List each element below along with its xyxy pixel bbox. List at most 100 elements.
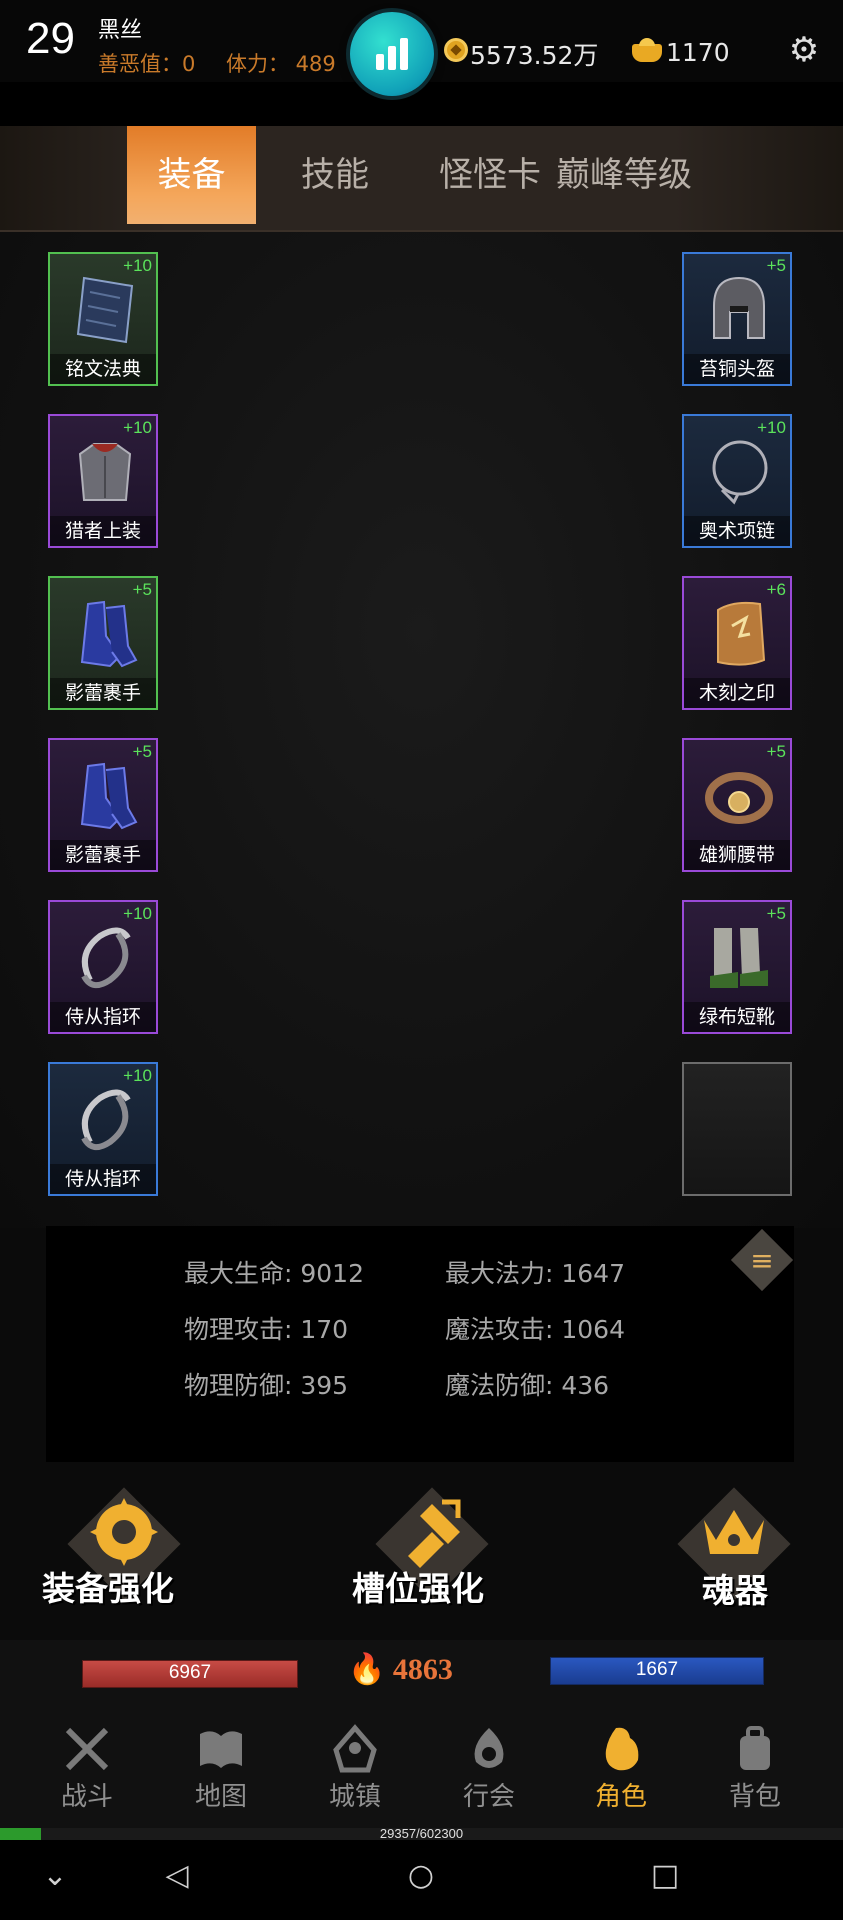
nav-guild[interactable]: 行会 — [434, 1720, 544, 1816]
item-name: 猎者上装 — [50, 516, 156, 546]
ingot-amount: 1170 — [666, 38, 730, 67]
item-name: 奥术项链 — [684, 516, 790, 546]
enhance-gear-icon — [90, 1498, 158, 1566]
bar-chart-icon — [400, 38, 408, 70]
character-icon — [605, 1727, 639, 1771]
enhance-level: +10 — [123, 256, 152, 275]
stat-phys-atk: 物理攻击: 170 — [184, 1315, 349, 1344]
item-name: 苔铜头盔 — [684, 354, 790, 384]
nav-label: 角色 — [594, 1782, 647, 1812]
item-name: 雄狮腰带 — [684, 840, 790, 870]
item-name: 影蕾裹手 — [50, 840, 156, 870]
equip-slot-empty[interactable] — [682, 1062, 792, 1196]
enhance-level: +5 — [766, 904, 786, 923]
bar-chart-icon — [376, 54, 384, 70]
equip-slot-necklace[interactable]: +10 奥术项链 — [682, 414, 792, 548]
nav-label: 地图 — [194, 1782, 247, 1812]
slot-enhance-button[interactable]: 槽位强化 — [352, 1480, 542, 1610]
wooden-seal-icon — [717, 601, 766, 666]
enhance-level: +6 — [766, 580, 786, 599]
hp-bar: 6967 — [82, 1660, 298, 1688]
map-book-icon — [200, 1731, 242, 1768]
enhance-level: +10 — [123, 1066, 152, 1085]
enhance-level: +10 — [123, 418, 152, 437]
soul-vessel-button[interactable]: 魂器 — [676, 1480, 796, 1610]
crown-trident-icon — [704, 1510, 764, 1554]
necklace-icon — [712, 440, 768, 505]
item-name: 侍从指环 — [50, 1002, 156, 1032]
karma-value: 善恶值：0 — [98, 52, 196, 76]
nav-label: 战斗 — [60, 1782, 113, 1812]
hp-value: 6967 — [168, 1662, 212, 1683]
enhance-level: +5 — [132, 580, 152, 599]
coin-amount: 5573.52万 — [470, 41, 599, 70]
equip-slot-seal[interactable]: +6 木刻之印 — [682, 576, 792, 710]
nav-map[interactable]: 地图 — [166, 1720, 276, 1816]
player-level: 29 — [26, 14, 75, 63]
nav-label: 城镇 — [328, 1782, 381, 1812]
enhance-level: +5 — [132, 742, 152, 761]
slot-enhance-label: 槽位强化 — [352, 1569, 484, 1608]
stat-max-hp: 最大生命: 9012 — [184, 1259, 364, 1288]
enhance-level: +10 — [757, 418, 786, 437]
tab-skills[interactable]: 技能 — [280, 126, 390, 224]
ring-icon — [81, 927, 131, 989]
item-name: 木刻之印 — [684, 678, 790, 708]
equip-slot-belt[interactable]: +5 雄狮腰带 — [682, 738, 792, 872]
back-icon[interactable]: ◁ — [152, 1858, 202, 1893]
nav-character[interactable]: 角色 — [566, 1720, 676, 1816]
equip-slot-boots[interactable]: +5 绿布短靴 — [682, 900, 792, 1034]
xp-text: 29357/602300 — [379, 1826, 464, 1841]
attribute-panel — [46, 1226, 794, 1462]
soul-vessel-label: 魂器 — [702, 1571, 768, 1610]
guild-icon — [474, 1728, 504, 1768]
equip-enhance-button[interactable]: 装备强化 — [42, 1480, 238, 1610]
equip-slot-gloves[interactable]: +5 影蕾裹手 — [48, 576, 158, 710]
backpack-icon — [740, 1726, 770, 1770]
slot-enhance-icon — [408, 1499, 461, 1568]
helmet-icon — [713, 276, 765, 339]
settings-gear-icon[interactable]: ⚙ — [788, 33, 820, 67]
equip-slot-codex[interactable]: +10 铭文法典 — [48, 252, 158, 386]
chevron-down-icon[interactable]: ⌄ — [30, 1858, 80, 1893]
flame-icon: 🔥 — [348, 1653, 386, 1686]
equip-slot-ring-1[interactable]: +10 侍从指环 — [48, 900, 158, 1034]
coin-icon — [444, 38, 468, 62]
stamina-value: 体力： 489 — [226, 52, 336, 76]
gold-ingot-icon — [632, 38, 662, 62]
mp-bar: 1667 — [550, 1657, 764, 1685]
stats-chart-button[interactable] — [350, 12, 434, 96]
swords-icon — [65, 1727, 109, 1771]
stat-mag-atk: 魔法攻击: 1064 — [445, 1315, 625, 1344]
item-name: 绿布短靴 — [684, 1002, 790, 1032]
menu-icon: ≡ — [750, 1244, 774, 1277]
tab-monster-cards[interactable]: 怪怪卡 — [420, 126, 560, 224]
nav-battle[interactable]: 战斗 — [32, 1720, 142, 1816]
codex-icon — [76, 276, 134, 344]
equip-slot-helmet[interactable]: +5 苔铜头盔 — [682, 252, 792, 386]
header-divider — [0, 82, 843, 126]
item-name: 影蕾裹手 — [50, 678, 156, 708]
home-icon[interactable]: ○ — [396, 1858, 446, 1893]
nav-backpack[interactable]: 背包 — [700, 1720, 810, 1816]
stat-phys-def: 物理防御: 395 — [184, 1371, 349, 1400]
gloves-icon — [80, 600, 138, 668]
nav-town[interactable]: 城镇 — [300, 1720, 410, 1816]
tab-equipment[interactable]: 装备 — [127, 126, 256, 224]
nav-label: 背包 — [728, 1782, 781, 1812]
equip-slot-ring-2[interactable]: +10 侍从指环 — [48, 1062, 158, 1196]
tab-peak-level[interactable]: 巅峰等级 — [556, 126, 692, 224]
equip-slot-gloves-2[interactable]: +5 影蕾裹手 — [48, 738, 158, 872]
town-icon — [333, 1724, 377, 1773]
stat-mag-def: 魔法防御: 436 — [445, 1371, 610, 1400]
equip-slot-chest[interactable]: +10 猎者上装 — [48, 414, 158, 548]
item-name: 铭文法典 — [50, 354, 156, 384]
stat-max-mp: 最大法力: 1647 — [445, 1259, 625, 1288]
recents-icon[interactable]: □ — [640, 1858, 690, 1893]
character-tabs: 装备 技能 怪怪卡 巅峰等级 — [0, 126, 843, 232]
player-name: 黑丝 — [98, 18, 143, 43]
mp-value: 1667 — [635, 1659, 679, 1680]
bar-chart-icon — [388, 46, 396, 70]
enhance-level: +5 — [766, 256, 786, 275]
enhance-level: +5 — [766, 742, 786, 761]
